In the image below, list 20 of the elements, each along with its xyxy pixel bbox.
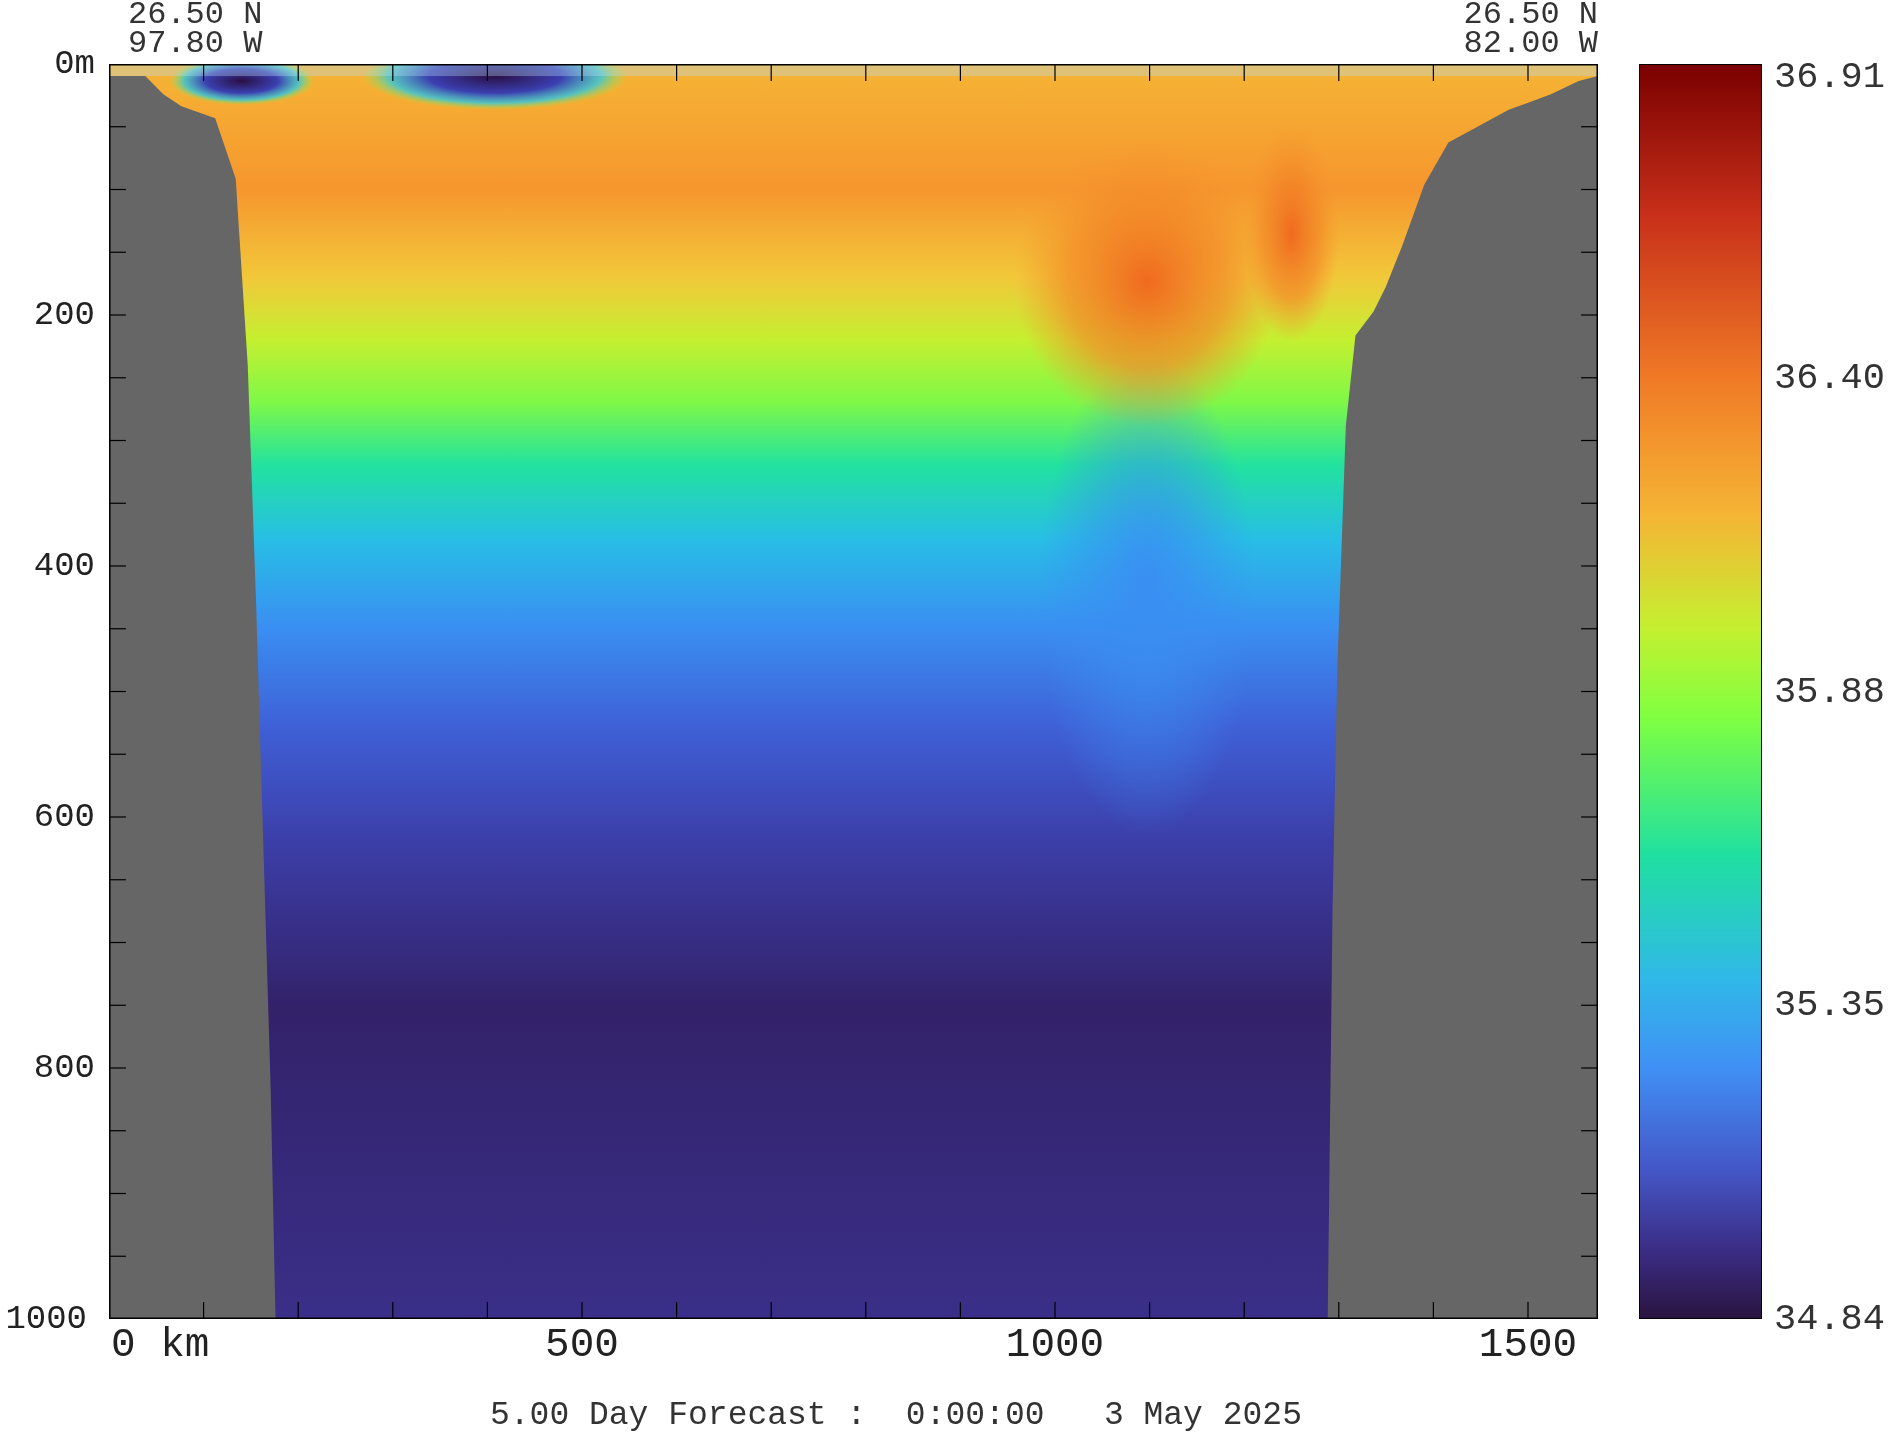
- depth-axis-label: 400: [33, 549, 95, 583]
- distance-axis-label: 1500: [1478, 1325, 1578, 1366]
- forecast-title: 5.00 Day Forecast : 0:00:00 3 May 2025: [490, 1397, 1302, 1434]
- color-scale-label: 34.84: [1774, 1300, 1886, 1338]
- color-scale-label: 36.40: [1774, 359, 1886, 397]
- distance-axis-label: 0 km: [111, 1325, 210, 1366]
- color-scale-label: 36.91: [1774, 58, 1886, 96]
- depth-axis-label: 200: [33, 298, 95, 332]
- depth-axis-label: 0m: [54, 47, 95, 81]
- distance-axis-label: 1000: [1005, 1325, 1105, 1366]
- depth-axis-label: 600: [33, 800, 95, 834]
- distance-axis-label: 500: [545, 1325, 619, 1366]
- depth-axis-label: 800: [33, 1051, 95, 1085]
- depth-axis-label: 1000: [5, 1302, 87, 1336]
- latitude-label: 26.50 N: [128, 0, 263, 29]
- color-scale-label: 35.88: [1774, 673, 1886, 710]
- longitude-label: 82.00 W: [1463, 29, 1598, 58]
- color-scale-label: 35.35: [1774, 986, 1886, 1024]
- latitude-label: 26.50 N: [1463, 0, 1598, 29]
- longitude-label: 97.80 W: [128, 29, 263, 58]
